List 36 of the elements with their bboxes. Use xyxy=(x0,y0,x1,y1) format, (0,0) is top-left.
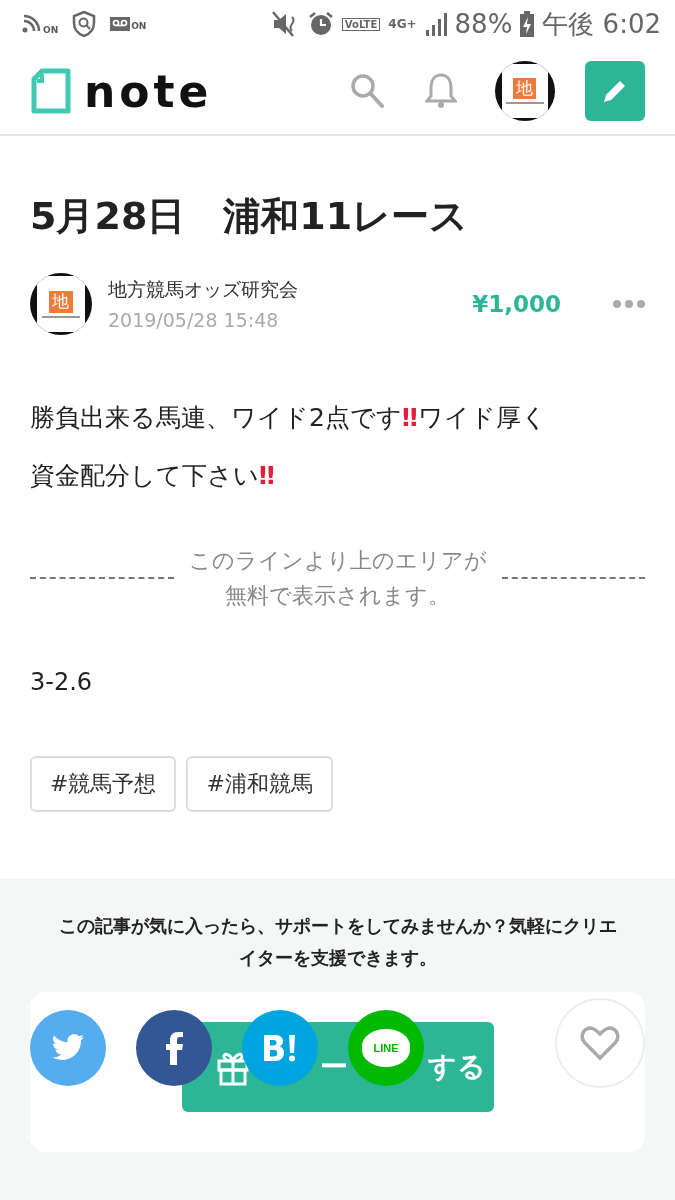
nfc-icon xyxy=(20,13,42,35)
facebook-f-icon xyxy=(165,1031,183,1066)
bird-icon xyxy=(51,1034,85,1063)
bookmark-b-icon xyxy=(262,1033,298,1064)
hashtag-chip[interactable]: #競馬予想 xyxy=(30,756,177,813)
on-label: ON xyxy=(131,22,147,31)
price-label: ¥1,000 xyxy=(472,291,561,318)
volte-label: VoLTE xyxy=(341,17,381,31)
speech-bubble-icon: LINE xyxy=(362,1029,410,1068)
battery-percent: 88% xyxy=(454,9,513,39)
search-icon xyxy=(350,73,384,109)
publish-date: 2019/05/28 15:48 xyxy=(108,309,280,332)
signal-icon xyxy=(424,12,447,36)
avatar-logo-glyph: 地 xyxy=(49,291,73,313)
note-logo-icon xyxy=(30,68,72,114)
shield-icon xyxy=(72,11,97,37)
more-icon xyxy=(613,300,645,309)
network-label: 4G+ xyxy=(388,17,417,31)
paid-content-text: 3-2.6 xyxy=(30,668,94,697)
clock-time: 午後 6:02 xyxy=(542,7,661,41)
support-message: この記事が気に入ったら、サポートをしてみませんか？気軽にクリエイターを支援できます。 xyxy=(57,914,618,971)
write-button[interactable] xyxy=(585,61,645,121)
article-body-text: 勝負出来る馬連、ワイド2点です‼ワイド厚く資金配分して下さい‼ xyxy=(30,402,548,493)
battery-charging-icon xyxy=(520,11,535,37)
avatar-logo-glyph: 地 xyxy=(513,78,537,99)
paywall-notice: このラインより上のエリアが無料で表示されます。 xyxy=(187,547,488,611)
alarm-icon xyxy=(307,11,334,37)
on-label: ON xyxy=(43,26,59,35)
hashtag-chip[interactable]: #浦和競馬 xyxy=(186,756,333,813)
bell-icon xyxy=(425,72,457,110)
pencil-icon xyxy=(602,78,628,104)
voicemail-icon xyxy=(110,17,131,31)
heart-icon xyxy=(580,1025,620,1062)
article-title: 5月28日 浦和11レース xyxy=(30,193,470,240)
author-name[interactable]: 地方競馬オッズ研究会 xyxy=(108,277,457,304)
note-logo-text: note xyxy=(84,65,213,117)
